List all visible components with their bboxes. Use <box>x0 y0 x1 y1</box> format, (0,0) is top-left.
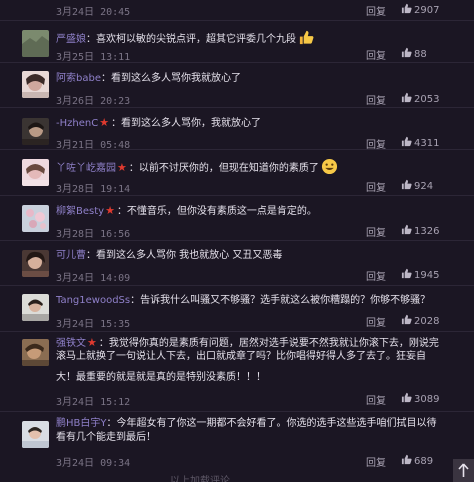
like-button[interactable]: 2053 <box>401 92 439 105</box>
username-link[interactable]: 严盛娘 <box>56 34 86 45</box>
username-link[interactable]: 可儿曹 <box>56 250 86 261</box>
avatar[interactable] <box>22 118 49 145</box>
thumbs-up-icon <box>401 3 412 14</box>
username-link[interactable]: 柳絮Besty <box>56 206 104 217</box>
like-count: 88 <box>414 49 427 60</box>
comment-text: ：看到这么多人骂你，我就放心了 <box>111 118 262 129</box>
list-item: 可儿曹：看到这么多人骂你 我也就放心 又丑又恶毒 3月24日 14:09 回复 … <box>0 241 474 286</box>
reply-button[interactable]: 回复 <box>366 92 386 107</box>
comment-date: 3月26日 20:23 <box>56 96 131 107</box>
like-count: 1945 <box>414 270 440 281</box>
avatar[interactable] <box>22 421 49 448</box>
avatar[interactable] <box>22 294 49 321</box>
comment-text: ：以前不讨厌你的，但现在知道你的素质了 <box>128 163 319 174</box>
thumbs-up-icon <box>401 136 412 147</box>
like-button[interactable]: 689 <box>401 454 433 467</box>
reply-button[interactable]: 回复 <box>366 268 386 283</box>
avatar[interactable] <box>22 159 49 186</box>
avatar[interactable] <box>22 339 49 366</box>
thumbs-up-icon <box>401 179 412 190</box>
load-more-link[interactable]: 以上加载评论... <box>170 472 240 482</box>
avatar[interactable] <box>22 71 49 98</box>
thumbs-up-icon <box>401 392 412 403</box>
reply-button[interactable]: 回复 <box>366 224 386 239</box>
like-count: 1326 <box>414 226 440 237</box>
username-link[interactable]: -HzhenC <box>56 118 98 129</box>
reply-button[interactable]: 回复 <box>366 392 386 407</box>
like-button[interactable]: 1326 <box>401 224 439 237</box>
comment-text: ：不懂音乐，但你没有素质这一点是肯定的。 <box>116 206 317 217</box>
reply-button[interactable]: 回复 <box>366 3 386 18</box>
comment-date: 3月28日 16:56 <box>56 229 131 240</box>
avatar[interactable] <box>22 250 49 277</box>
comment-text: ：喜欢柯以敏的尖锐点评，超其它评委几个九段 <box>86 34 296 45</box>
username-link[interactable]: 阿索babe <box>56 73 101 84</box>
thumbs-up-emoji-icon <box>299 30 314 45</box>
list-item: 3月24日 20:45 回复 2907 <box>0 0 474 21</box>
comment-date: 3月24日 14:09 <box>56 273 131 284</box>
comment-page: 3月24日 20:45 回复 2907 严盛娘：喜欢柯以敏的尖锐点评，超其它评委… <box>0 0 474 482</box>
thumbs-up-icon <box>401 454 412 465</box>
avatar[interactable] <box>22 30 49 57</box>
like-count: 2053 <box>414 94 440 105</box>
comment-date: 3月24日 09:34 <box>56 458 131 469</box>
list-item: 丫咗丫屹嘉园★ ：以前不讨厌你的，但现在知道你的素质了 3月28日 19:14 回… <box>0 150 474 196</box>
like-count: 924 <box>414 181 434 192</box>
thumbs-up-icon <box>401 47 412 58</box>
like-count: 3089 <box>414 394 440 405</box>
like-count: 689 <box>414 456 434 467</box>
like-button[interactable]: 1945 <box>401 268 439 281</box>
reply-button[interactable]: 回复 <box>366 179 386 194</box>
back-to-top-button[interactable] <box>453 459 474 482</box>
comment-text-line: 看有几个能走到最后！ <box>56 432 156 443</box>
like-button[interactable]: 88 <box>401 47 427 60</box>
username-link[interactable]: 丫咗丫屹嘉园 <box>56 163 116 174</box>
like-count: 4311 <box>414 138 440 149</box>
star-badge-icon: ★ <box>117 161 127 174</box>
list-item: 柳絮Besty★ ：不懂音乐，但你没有素质这一点是肯定的。 3月28日 16:56… <box>0 196 474 241</box>
comment-date: 3月24日 15:35 <box>56 319 131 330</box>
comment-date: 3月28日 19:14 <box>56 184 131 195</box>
comment-text: ：告诉我什么叫骚又不够骚？选手就这么被你糟蹋的？你够不够骚？ <box>130 295 431 306</box>
thumbs-up-icon <box>401 92 412 103</box>
list-item: 鹏HB白宇Y：今年超女有了你这一期都不会好看了。你选的选手这些选手咱们拭目以待 … <box>0 412 474 470</box>
like-count: 2028 <box>414 316 440 327</box>
avatar[interactable] <box>22 205 49 232</box>
reply-button[interactable]: 回复 <box>366 136 386 151</box>
like-button[interactable]: 3089 <box>401 392 439 405</box>
list-item: 严盛娘：喜欢柯以敏的尖锐点评，超其它评委几个九段 3月25日 13:11 回复 … <box>0 21 474 63</box>
reply-button[interactable]: 回复 <box>366 47 386 62</box>
comment-text-line: 滚马上就换了一句说让人下去，出口就成章了吗？比你唱得好得人多了去了。狂妄自 <box>56 351 426 362</box>
like-button[interactable]: 4311 <box>401 136 439 149</box>
star-badge-icon: ★ <box>105 204 115 217</box>
thumbs-up-icon <box>401 268 412 279</box>
like-button[interactable]: 924 <box>401 179 433 192</box>
list-item: 强铁文★ ：我觉得你真的是素质有问题，居然对选手说要不然我就让你滚下去，刚说完 滚… <box>0 332 474 412</box>
comment-date: 3月24日 20:45 <box>56 7 131 18</box>
list-item: Tang1ewoodSs：告诉我什么叫骚又不够骚？选手就这么被你糟蹋的？你够不够… <box>0 286 474 332</box>
comment-date: 3月25日 13:11 <box>56 52 131 63</box>
list-item: 阿索babe：看到这么多人骂你我就放心了 3月26日 20:23 回复 2053 <box>0 63 474 108</box>
like-button[interactable]: 2907 <box>401 3 439 16</box>
star-badge-icon: ★ <box>99 116 110 129</box>
comment-text: ：今年超女有了你这一期都不会好看了。你选的选手这些选手咱们拭目以待 <box>106 418 437 429</box>
comment-date: 3月21日 05:48 <box>56 140 131 151</box>
like-count: 2907 <box>414 5 440 16</box>
thumbs-up-icon <box>401 314 412 325</box>
list-item: -HzhenC★ ：看到这么多人骂你，我就放心了 3月21日 05:48 回复 4… <box>0 108 474 151</box>
like-button[interactable]: 2028 <box>401 314 439 327</box>
comment-text: ：看到这么多人骂你我就放心了 <box>100 73 241 84</box>
reply-button[interactable]: 回复 <box>366 454 386 469</box>
reply-button[interactable]: 回复 <box>366 314 386 329</box>
username-link[interactable]: Tang1ewoodSs <box>56 295 130 306</box>
comment-text-line: 大！最重要的就是就是真的是特别没素质！！！ <box>56 372 266 383</box>
grin-emoji-icon <box>321 158 337 175</box>
arrow-up-icon <box>458 463 469 477</box>
comment-text: ：看到这么多人骂你 我也就放心 又丑又恶毒 <box>86 250 283 261</box>
comment-date: 3月24日 15:12 <box>56 397 131 408</box>
thumbs-up-icon <box>401 224 412 235</box>
